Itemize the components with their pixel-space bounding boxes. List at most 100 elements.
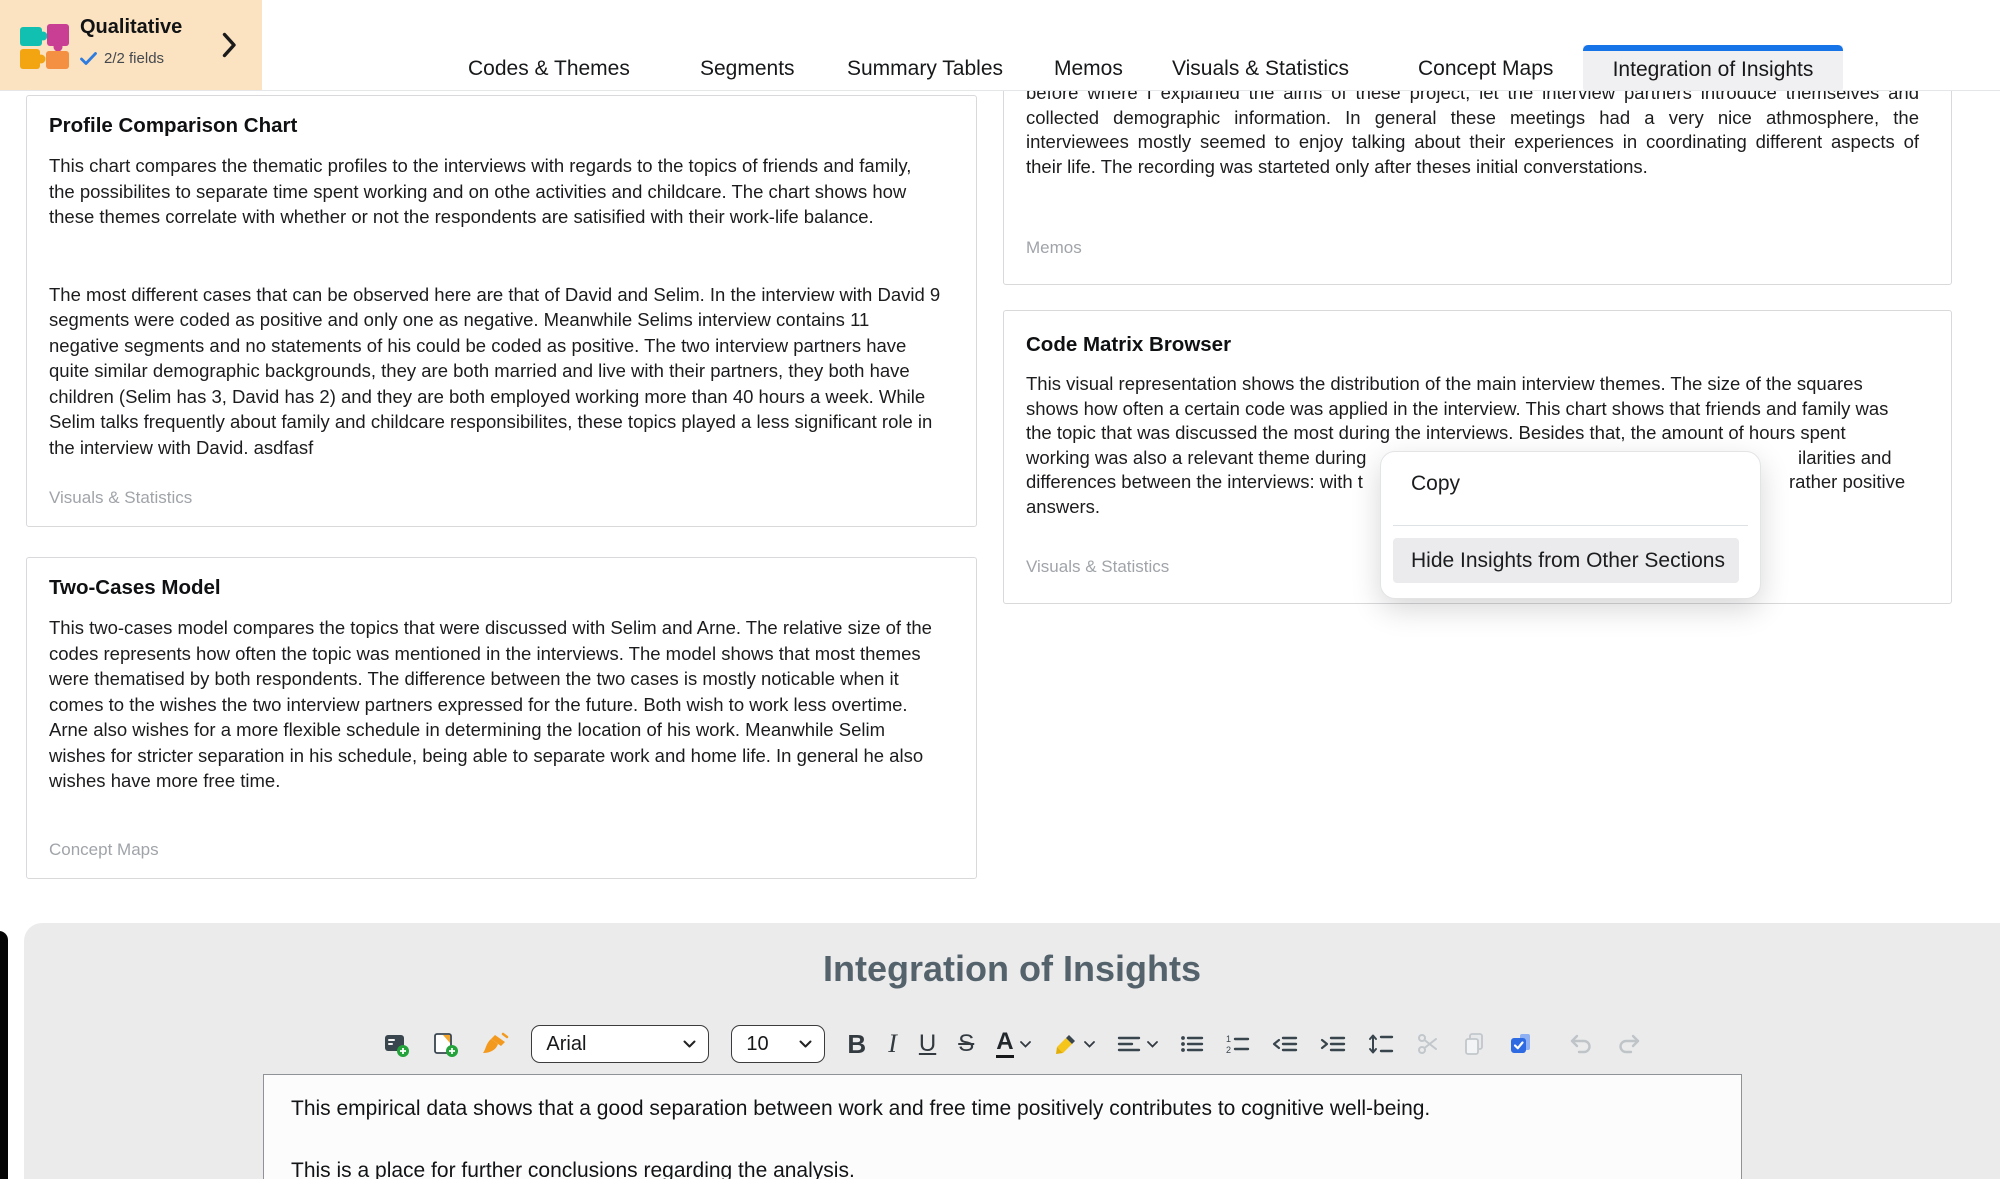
highlighter-icon: [1053, 1032, 1078, 1057]
text-fragment-right: ilarities and: [1798, 446, 1892, 471]
underline-button[interactable]: U: [919, 1032, 936, 1056]
bullet-list-button[interactable]: [1180, 1034, 1204, 1054]
card-paragraph: This two-cases model compares the topics…: [49, 615, 942, 794]
format-painter-button[interactable]: [481, 1031, 509, 1057]
strikethrough-icon: S: [958, 1032, 974, 1056]
numbered-list-button[interactable]: 1 2: [1226, 1034, 1250, 1054]
chevron-right-icon[interactable]: [222, 32, 237, 58]
outdent-button[interactable]: [1272, 1034, 1298, 1054]
italic-button[interactable]: I: [888, 1031, 897, 1057]
cut-icon: [1416, 1032, 1440, 1056]
fields-status: 2/2 fields: [104, 50, 164, 67]
text-color-button[interactable]: A: [996, 1030, 1030, 1058]
integration-of-insights-section: Integration of Insights: [24, 923, 2000, 1179]
text-fragment-left: working was also a relevant theme during: [1026, 447, 1366, 468]
project-block[interactable]: Qualitative 2/2 fields: [0, 0, 262, 90]
card-text-line: interviewees mostly seemed to enjoy talk…: [1026, 130, 1919, 155]
card-title: Profile Comparison Chart: [49, 114, 942, 138]
tab-segments[interactable]: Segments: [700, 57, 795, 81]
insert-insight-button[interactable]: [432, 1031, 459, 1058]
card-paragraph: This chart compares the thematic profile…: [49, 153, 942, 230]
card-text-line: This visual representation shows the dis…: [1026, 372, 1921, 397]
undo-icon: [1569, 1033, 1594, 1055]
tab-codes-and-themes[interactable]: Codes & Themes: [468, 57, 630, 81]
context-menu: Copy Hide Insights from Other Sections: [1380, 451, 1761, 599]
insight-card-profile-comparison: Profile Comparison Chart This chart comp…: [26, 95, 977, 527]
checkmark-icon: [80, 52, 97, 65]
paste-icon: [1508, 1032, 1533, 1056]
align-icon: [1117, 1035, 1141, 1053]
card-title: Code Matrix Browser: [1026, 333, 1921, 357]
font-size-value: 10: [746, 1033, 768, 1056]
font-size-select[interactable]: 10: [731, 1025, 825, 1063]
strikethrough-button[interactable]: S: [958, 1032, 974, 1056]
redo-icon: [1616, 1033, 1641, 1055]
insight-card-two-cases-model: Two-Cases Model This two-cases model com…: [26, 557, 977, 879]
tab-memos[interactable]: Memos: [1054, 57, 1123, 81]
redo-button[interactable]: [1616, 1033, 1641, 1055]
text-fragment-left: differences between the interviews: with…: [1026, 471, 1363, 492]
card-paragraph: The most different cases that can be obs…: [49, 282, 942, 461]
editor-toolbar: Arial 10 B I U S: [24, 1023, 2000, 1065]
card-source-label: Visuals & Statistics: [49, 488, 192, 508]
chevron-down-icon: [1020, 1041, 1031, 1048]
editor-paragraph: This empirical data shows that a good se…: [291, 1095, 1741, 1122]
chevron-down-icon: [683, 1040, 696, 1048]
insert-summary-button[interactable]: [383, 1031, 410, 1058]
active-tab-label: Integration of Insights: [1613, 53, 1814, 82]
chevron-down-icon: [1147, 1041, 1158, 1048]
card-title: Two-Cases Model: [49, 576, 942, 600]
indent-icon: [1320, 1034, 1346, 1054]
font-family-select[interactable]: Arial: [531, 1025, 709, 1063]
card-source-label: Visuals & Statistics: [1026, 557, 1169, 577]
svg-text:1: 1: [1226, 1034, 1231, 1044]
copy-button[interactable]: [1462, 1032, 1486, 1056]
app-window: Profile Comparison Chart This chart comp…: [0, 0, 2000, 1179]
project-name: Qualitative: [80, 16, 182, 39]
card-text-line: their life. The recording was starteted …: [1026, 155, 1919, 180]
line-spacing-icon: [1368, 1033, 1394, 1055]
font-family-value: Arial: [546, 1033, 586, 1056]
context-menu-item-copy[interactable]: Copy: [1411, 472, 1460, 496]
card-source-label: Concept Maps: [49, 840, 159, 860]
copy-icon: [1462, 1032, 1486, 1056]
card-text-line: collected demographic information. In ge…: [1026, 106, 1919, 131]
bold-button[interactable]: B: [847, 1031, 866, 1057]
line-spacing-button[interactable]: [1368, 1033, 1394, 1055]
outdent-icon: [1272, 1034, 1298, 1054]
context-menu-item-hide-insights[interactable]: Hide Insights from Other Sections: [1393, 538, 1739, 583]
bullet-list-icon: [1180, 1034, 1204, 1054]
text-color-icon: A: [996, 1030, 1013, 1058]
text-fragment-right: rather positive: [1789, 470, 1905, 495]
active-tab-indicator: [1583, 45, 1843, 51]
chevron-down-icon: [799, 1040, 812, 1048]
indent-button[interactable]: [1320, 1034, 1346, 1054]
tab-summary-tables[interactable]: Summary Tables: [847, 57, 1003, 81]
top-navigation-bar: Qualitative 2/2 fields Codes & Themes Se…: [0, 0, 2000, 91]
section-title: Integration of Insights: [24, 948, 2000, 990]
bold-icon: B: [847, 1031, 866, 1057]
tab-integration-of-insights[interactable]: Integration of Insights: [1583, 45, 1843, 90]
align-button[interactable]: [1117, 1035, 1158, 1053]
cut-button[interactable]: [1416, 1032, 1440, 1056]
conclusions-editor[interactable]: This empirical data shows that a good se…: [263, 1074, 1742, 1179]
editor-paragraph: This is a place for further conclusions …: [291, 1157, 1741, 1179]
svg-text:2: 2: [1226, 1045, 1231, 1054]
card-source-label: Memos: [1026, 238, 1082, 258]
puzzle-logo-icon: [18, 22, 72, 72]
tab-visuals-statistics[interactable]: Visuals & Statistics: [1172, 57, 1349, 81]
chevron-down-icon: [1084, 1041, 1095, 1048]
paste-button[interactable]: [1508, 1032, 1533, 1056]
offscreen-panel-edge: [0, 931, 8, 1179]
card-text-line: the topic that was discussed the most du…: [1026, 421, 1921, 446]
underline-icon: U: [919, 1032, 936, 1056]
insert-summary-icon: [383, 1031, 410, 1058]
undo-button[interactable]: [1569, 1033, 1594, 1055]
context-menu-divider: [1393, 525, 1748, 526]
italic-icon: I: [888, 1031, 897, 1057]
card-text-line: shows how often a certain code was appli…: [1026, 397, 1921, 422]
tab-concept-maps[interactable]: Concept Maps: [1418, 57, 1553, 81]
highlight-color-button[interactable]: [1053, 1032, 1095, 1057]
context-menu-item-label: Hide Insights from Other Sections: [1411, 549, 1725, 573]
format-painter-icon: [481, 1031, 509, 1057]
